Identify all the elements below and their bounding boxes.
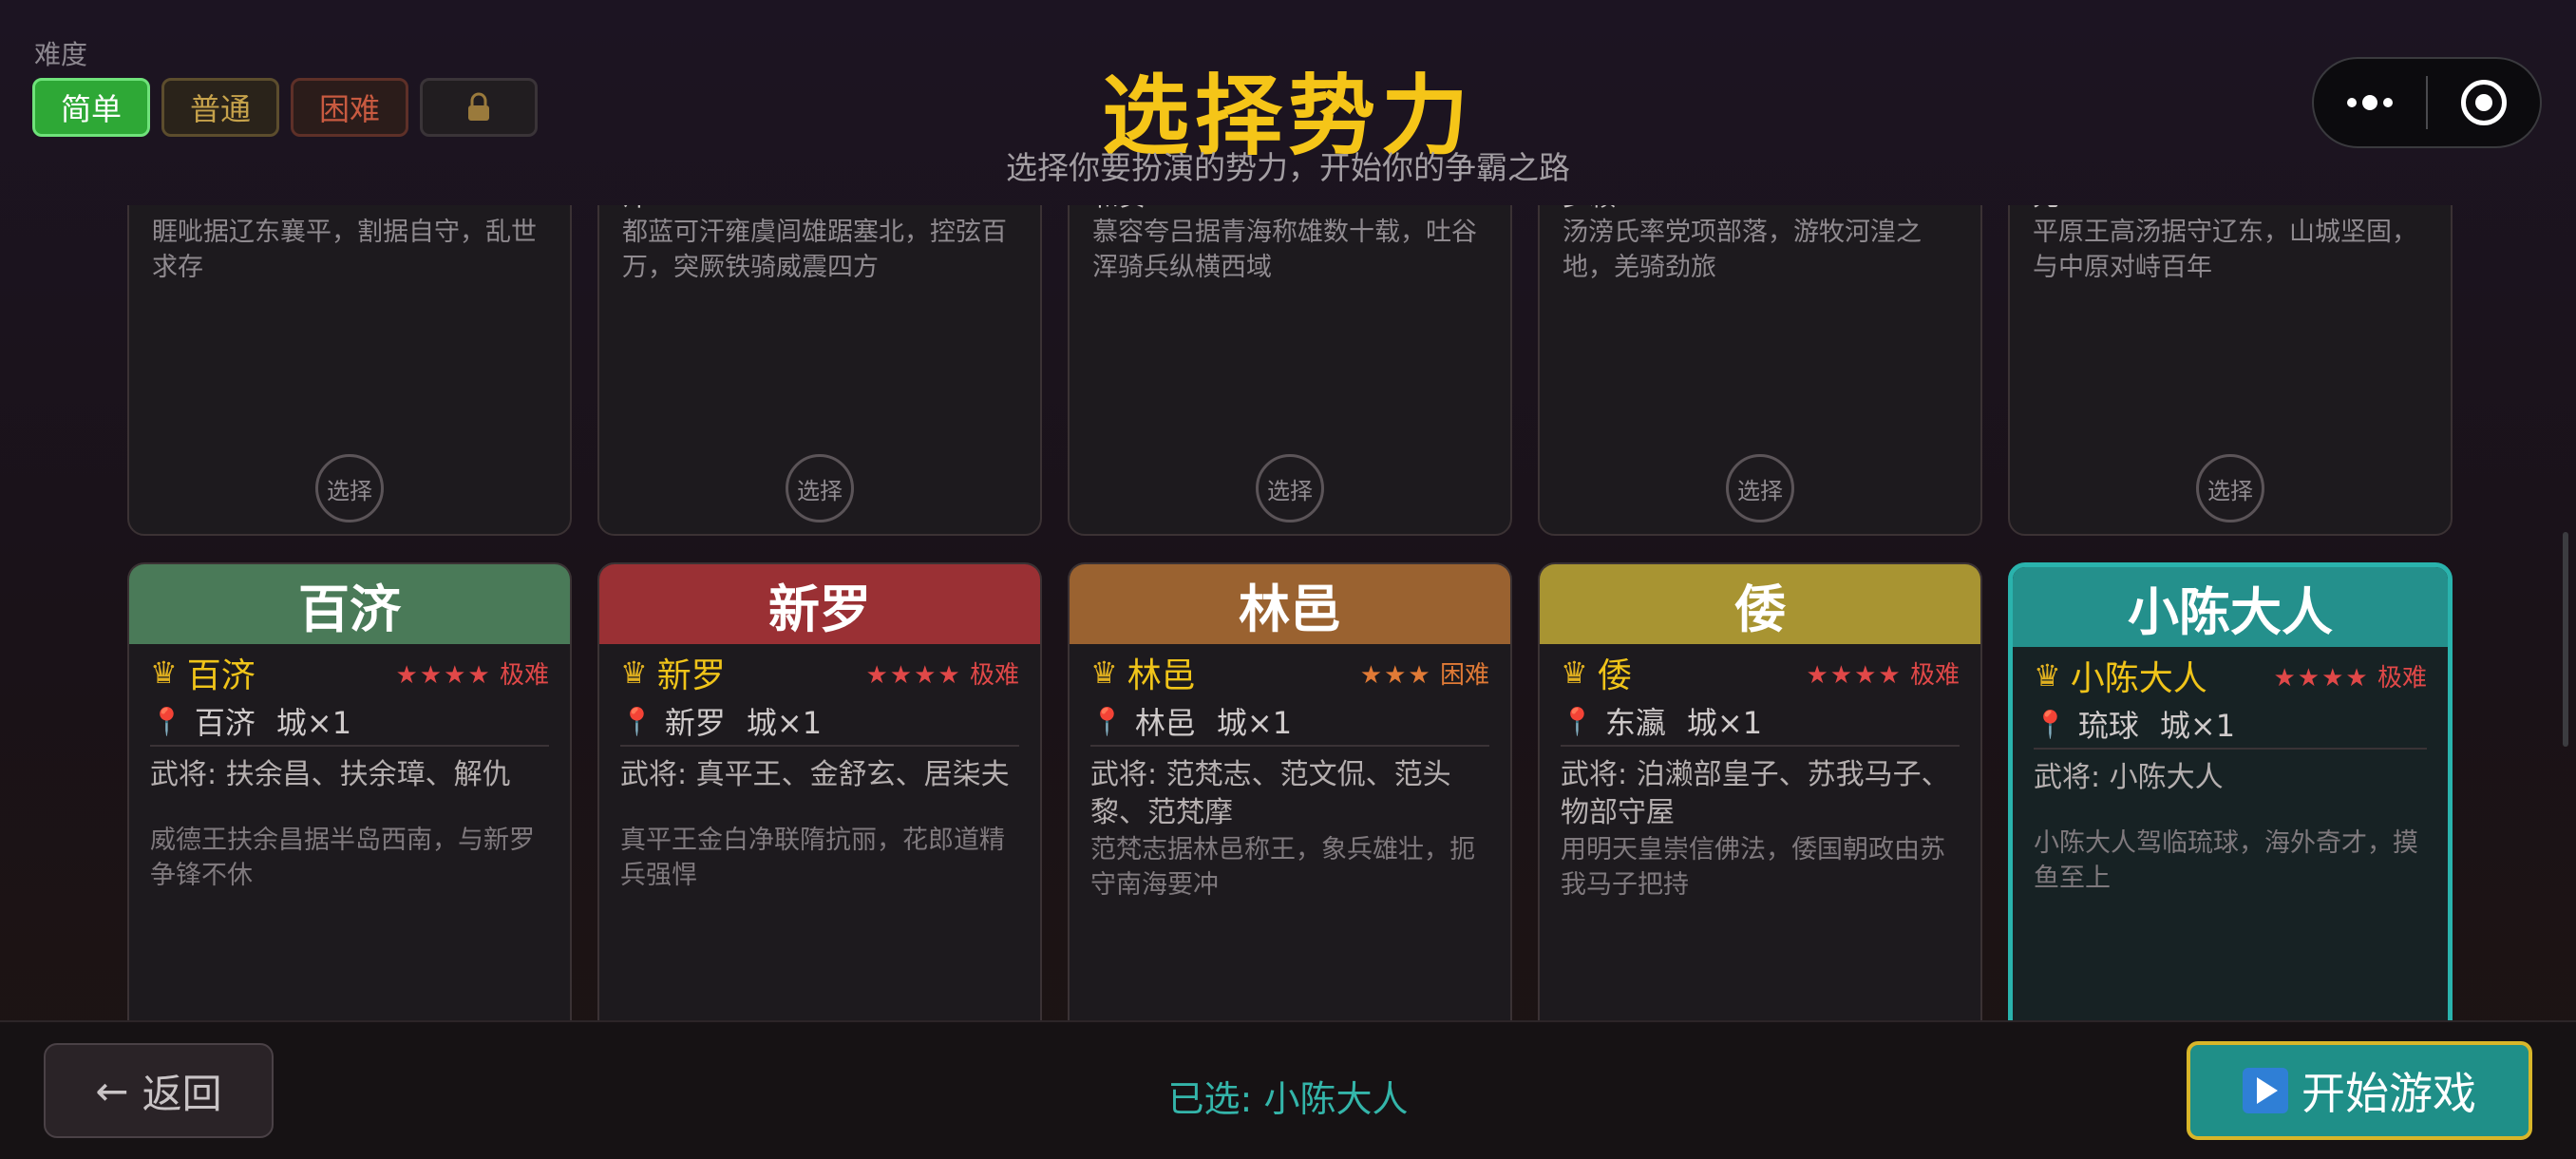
location-pin-icon: 📍: [1561, 705, 1594, 737]
faction-title-fragment: 元: [2033, 205, 2059, 215]
generals-list: 武将: 范梵志、范文侃、范头黎、范梵摩: [1090, 758, 1451, 829]
start-label: 开始游戏: [2301, 1068, 2476, 1119]
location-pin-icon: 📍: [620, 705, 653, 737]
crown-icon: ♛: [1090, 655, 1118, 691]
vertical-scrollbar[interactable]: [2563, 532, 2568, 747]
close-button[interactable]: [2428, 59, 2540, 146]
crown-icon: ♛: [620, 655, 648, 691]
faction-select-screen: 难度 简单 普通 困难 选择势力 选择你要扮演的势力，开始你的争霸之路 睚呲据辽…: [0, 0, 2576, 1159]
select-button[interactable]: 选择: [1726, 454, 1794, 522]
location-pin-icon: 📍: [2034, 708, 2067, 740]
city-name: 林邑: [1134, 705, 1196, 741]
city-count: 城×1: [1686, 705, 1763, 741]
ruler-name: 倭: [1597, 656, 1632, 695]
faction-title-fragment: 步赖: [1563, 205, 1616, 215]
faction-description: 都蓝可汗雍虞闾雄踞塞北，控弦百万，突厥铁骑威震四方: [622, 218, 1007, 282]
faction-header: 百济: [129, 564, 570, 644]
select-button[interactable]: 选择: [1256, 454, 1324, 522]
faction-description: 威德王扶余昌据半岛西南，与新罗争锋不休: [150, 826, 535, 890]
generals-list: 武将: 泊濑部皇子、苏我马子、物部守屋: [1561, 758, 1950, 829]
faction-header: 新罗: [599, 564, 1040, 644]
mini-program-capsule: [2312, 57, 2542, 148]
faction-card-baekje[interactable]: 百济 ♛ 百济 ★★★★ 极难 📍 百济 城×1 武将: 扶余昌、扶余璋、解仇 …: [127, 562, 572, 1020]
ruler-name: 林邑: [1127, 656, 1196, 695]
faction-card[interactable]: 元 平原王高汤据守辽东，山城坚固，与中原对峙百年 选择: [2008, 205, 2453, 536]
faction-card-wa[interactable]: 倭 ♛ 倭 ★★★★ 极难 📍 东瀛 城×1 武将: 泊濑部皇子、苏我马子、物部…: [1538, 562, 1982, 1020]
generals-list: 武将: 真平王、金舒玄、居柒夫: [620, 758, 1010, 791]
ruler-name: 百济: [186, 656, 256, 695]
location-pin-icon: 📍: [150, 705, 183, 737]
city-name: 琉球: [2077, 708, 2139, 744]
target-icon: [2461, 80, 2507, 125]
faction-header: 林邑: [1070, 564, 1510, 644]
faction-description: 平原王高汤据守辽东，山城坚固，与中原对峙百年: [2033, 218, 2417, 282]
faction-card[interactable]: 汗 都蓝可汗雍虞闾雄踞塞北，控弦百万，突厥铁骑威震四方 选择: [597, 205, 1042, 536]
faction-description: 睚呲据辽东襄平，割据自守，乱世求存: [152, 218, 537, 282]
faction-description: 范梵志据林邑称王，象兵雄壮，扼守南海要冲: [1090, 835, 1475, 900]
city-name: 新罗: [664, 705, 726, 741]
faction-card-linyi[interactable]: 林邑 ♛ 林邑 ★★★ 困难 📍 林邑 城×1 武将: 范梵志、范文侃、范头黎、…: [1068, 562, 1512, 1020]
ruler-name: 小陈大人: [2070, 659, 2207, 698]
crown-icon: ♛: [150, 655, 178, 691]
crown-icon: ♛: [2034, 657, 2061, 694]
faction-card[interactable]: 和贵 慕容夸吕据青海称雄数十载，吐谷浑骑兵纵横西域 选择: [1068, 205, 1512, 536]
faction-description: 用明天皇崇信佛法，倭国朝政由苏我马子把持: [1561, 835, 1945, 900]
faction-title-fragment: 和贵: [1092, 205, 1146, 215]
play-icon: [2243, 1068, 2288, 1113]
faction-list[interactable]: 睚呲据辽东襄平，割据自守，乱世求存 选择 汗 都蓝可汗雍虞闾雄踞塞北，控弦百万，…: [0, 205, 2576, 1020]
generals-list: 武将: 小陈大人: [2034, 761, 2224, 794]
faction-description: 汤滂氏率党项部落，游牧河湟之地，羌骑劲旅: [1563, 218, 1922, 282]
crown-icon: ♛: [1561, 655, 1588, 691]
faction-description: 小陈大人驾临琉球，海外奇才，摸鱼至上: [2034, 828, 2418, 893]
start-game-button[interactable]: 开始游戏: [2187, 1041, 2532, 1140]
difficulty-rating: ★★★ 困难: [1359, 661, 1489, 690]
difficulty-rating: ★★★★ 极难: [395, 661, 549, 690]
faction-title-fragment: 汗: [622, 205, 649, 215]
select-button[interactable]: 选择: [2196, 454, 2264, 522]
city-count: 城×1: [1216, 705, 1293, 741]
faction-card[interactable]: 睚呲据辽东襄平，割据自守，乱世求存 选择: [127, 205, 572, 536]
select-button[interactable]: 选择: [786, 454, 854, 522]
faction-card-silla[interactable]: 新罗 ♛ 新罗 ★★★★ 极难 📍 新罗 城×1 武将: 真平王、金舒玄、居柒夫…: [597, 562, 1042, 1020]
bottom-bar: ← 返回 已选: 小陈大人 开始游戏: [0, 1020, 2576, 1159]
city-count: 城×1: [2159, 708, 2236, 744]
page-subtitle: 选择你要扮演的势力，开始你的争霸之路: [1006, 149, 1570, 186]
city-count: 城×1: [275, 705, 352, 741]
faction-card[interactable]: 步赖 汤滂氏率党项部落，游牧河湟之地，羌骑劲旅 选择: [1538, 205, 1982, 536]
location-pin-icon: 📍: [1090, 705, 1124, 737]
difficulty-rating: ★★★★ 极难: [2273, 664, 2427, 693]
faction-header: 倭: [1540, 564, 1980, 644]
city-name: 东瀛: [1604, 705, 1666, 741]
difficulty-rating: ★★★★ 极难: [865, 661, 1019, 690]
more-button[interactable]: [2314, 59, 2426, 146]
faction-description: 真平王金白净联隋抗丽，花郎道精兵强悍: [620, 826, 1005, 890]
difficulty-rating: ★★★★ 极难: [1806, 661, 1960, 690]
generals-list: 武将: 扶余昌、扶余璋、解仇: [150, 758, 511, 791]
ruler-name: 新罗: [656, 656, 726, 695]
faction-header: 小陈大人: [2013, 567, 2448, 647]
faction-card-xiaochen-selected[interactable]: 小陈大人 ♛ 小陈大人 ★★★★ 极难 📍 琉球 城×1 武将: 小陈大人 小陈…: [2008, 562, 2453, 1020]
more-dots-icon: [2347, 95, 2393, 110]
city-name: 百济: [194, 705, 256, 741]
select-button[interactable]: 选择: [315, 454, 384, 522]
city-count: 城×1: [746, 705, 823, 741]
faction-description: 慕容夸吕据青海称雄数十载，吐谷浑骑兵纵横西域: [1092, 218, 1477, 282]
